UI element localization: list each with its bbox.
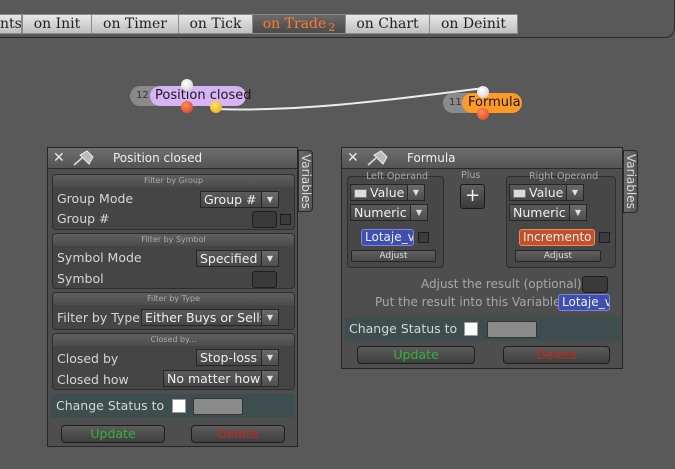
panel-title: Formula xyxy=(407,151,456,165)
node-formula-output-port[interactable] xyxy=(477,108,489,120)
panel-title: Position closed xyxy=(113,151,203,165)
update-button[interactable]: Update xyxy=(357,346,475,364)
value-icon xyxy=(354,189,367,198)
panel-title-bar[interactable]: ✕ Position closed xyxy=(48,148,297,169)
operator-label: Plus xyxy=(461,170,481,181)
chevron-down-icon: ▼ xyxy=(261,192,278,207)
group-number-label: Group # xyxy=(57,211,110,226)
left-operand-type-value: Value xyxy=(370,185,405,200)
change-status-checkbox[interactable] xyxy=(172,399,186,413)
change-status-checkbox[interactable] xyxy=(464,322,478,336)
right-operand-checkbox[interactable] xyxy=(599,232,610,243)
filter-type-label: Filter by Type xyxy=(57,310,140,325)
group-header: Filter by Type xyxy=(53,293,294,305)
right-operand-header: Right Operand xyxy=(529,171,599,182)
pin-icon[interactable] xyxy=(72,150,94,166)
chevron-down-icon: ▼ xyxy=(566,185,583,200)
filter-type-select[interactable]: Either Buys or Sells ▼ xyxy=(141,309,279,326)
change-status-label: Change Status to xyxy=(56,398,165,413)
change-status-field[interactable] xyxy=(193,398,243,415)
left-operand-type-select[interactable]: Value ▼ xyxy=(350,184,425,201)
node-output-port-red[interactable] xyxy=(181,101,193,113)
change-status-field[interactable] xyxy=(487,321,537,338)
node-output-port-yellow[interactable] xyxy=(210,101,222,113)
symbol-input[interactable] xyxy=(252,271,277,288)
closed-by-select[interactable]: Stop-loss ▼ xyxy=(196,349,279,366)
chevron-down-icon: ▼ xyxy=(261,310,278,325)
put-result-label: Put the result into this Variable: xyxy=(375,295,565,309)
chevron-down-icon: ▼ xyxy=(261,251,278,266)
node-position-closed-label[interactable]: Position closed xyxy=(150,86,251,106)
close-icon[interactable]: ✕ xyxy=(347,151,361,165)
adjust-result-label: Adjust the result (optional): xyxy=(421,277,586,291)
symbol-mode-value: Specified xyxy=(200,251,258,266)
closed-how-label: Closed how xyxy=(57,372,129,387)
right-operand-numeric-value: Numeric xyxy=(513,205,566,220)
filter-by-type: Filter by Type Filter by Type Either Buy… xyxy=(52,292,295,330)
symbol-mode-select[interactable]: Specified ▼ xyxy=(196,250,279,267)
chevron-down-icon: ▼ xyxy=(569,205,586,220)
chevron-down-icon: ▼ xyxy=(407,185,424,200)
formula-panel: ✕ Formula Left Operand Value ▼ Numeric ▼… xyxy=(341,147,623,369)
panel-title-bar[interactable]: ✕ Formula xyxy=(342,148,622,169)
left-operand-numeric-value: Numeric xyxy=(354,205,407,220)
node-formula-input-port[interactable] xyxy=(477,86,489,98)
group-header: Filter by Symbol xyxy=(53,234,294,246)
left-operand-variable[interactable]: Lotaje_v xyxy=(361,229,414,246)
chevron-down-icon: ▼ xyxy=(410,205,427,220)
update-button[interactable]: Update xyxy=(61,425,165,443)
symbol-mode-label: Symbol Mode xyxy=(57,250,142,265)
right-operand-group: Right Operand Value ▼ Numeric ▼ Incremen… xyxy=(506,171,616,268)
group-number-input[interactable] xyxy=(252,211,277,228)
right-operand-numeric-select[interactable]: Numeric ▼ xyxy=(509,204,587,221)
left-operand-adjust-button[interactable]: Adjust xyxy=(351,250,436,262)
chevron-down-icon: ▼ xyxy=(261,350,278,365)
right-operand-type-select[interactable]: Value ▼ xyxy=(509,184,584,201)
pin-icon[interactable] xyxy=(366,150,388,166)
adjust-result-input[interactable] xyxy=(582,276,608,293)
close-icon[interactable]: ✕ xyxy=(53,151,67,165)
closed-how-select[interactable]: No matter how ▼ xyxy=(163,370,279,387)
group-mode-label: Group Mode xyxy=(57,191,134,206)
value-icon xyxy=(513,189,526,198)
closed-how-value: No matter how xyxy=(167,371,261,386)
variables-tab-right[interactable]: Variables xyxy=(623,150,638,213)
group-header: Closed by... xyxy=(53,334,294,346)
group-mode-select[interactable]: Group # ▼ xyxy=(200,191,279,208)
group-header: Filter by Group xyxy=(53,175,294,187)
right-operand-variable[interactable]: Incremento xyxy=(519,229,595,246)
filter-by-symbol: Filter by Symbol Symbol Mode Specified ▼… xyxy=(52,233,295,289)
right-operand-adjust-button[interactable]: Adjust xyxy=(515,250,601,262)
group-number-checkbox[interactable] xyxy=(280,214,291,225)
node-formula-label[interactable]: Formula xyxy=(462,93,522,113)
node-input-port[interactable] xyxy=(181,79,193,91)
change-status-row: Change Status to xyxy=(345,317,621,341)
filter-type-value: Either Buys or Sells xyxy=(145,310,267,325)
left-operand-numeric-select[interactable]: Numeric ▼ xyxy=(350,204,428,221)
filter-by-group: Filter by Group Group Mode Group # ▼ Gro… xyxy=(52,174,295,230)
right-operand-type-value: Value xyxy=(529,185,564,200)
left-operand-checkbox[interactable] xyxy=(418,232,429,243)
closed-by-value: Stop-loss xyxy=(200,350,258,365)
plus-operator-button[interactable]: + xyxy=(460,184,485,209)
chevron-down-icon: ▼ xyxy=(261,371,278,386)
group-mode-value: Group # xyxy=(204,192,257,207)
change-status-label: Change Status to xyxy=(349,321,458,336)
left-operand-header: Left Operand xyxy=(366,171,429,182)
result-variable[interactable]: Lotaje_v xyxy=(558,294,610,311)
delete-button[interactable]: Delete xyxy=(191,425,285,443)
position-closed-panel: ✕ Position closed Filter by Group Group … xyxy=(47,147,298,447)
change-status-row: Change Status to xyxy=(51,394,294,418)
filter-closed-by: Closed by... Closed by Stop-loss ▼ Close… xyxy=(52,333,295,390)
closed-by-label: Closed by xyxy=(57,351,119,366)
left-operand-group: Left Operand Value ▼ Numeric ▼ Lotaje_v … xyxy=(347,171,444,268)
variables-tab-left[interactable]: Variables xyxy=(298,150,313,212)
symbol-label: Symbol xyxy=(57,271,104,286)
delete-button[interactable]: Delete xyxy=(503,346,610,364)
